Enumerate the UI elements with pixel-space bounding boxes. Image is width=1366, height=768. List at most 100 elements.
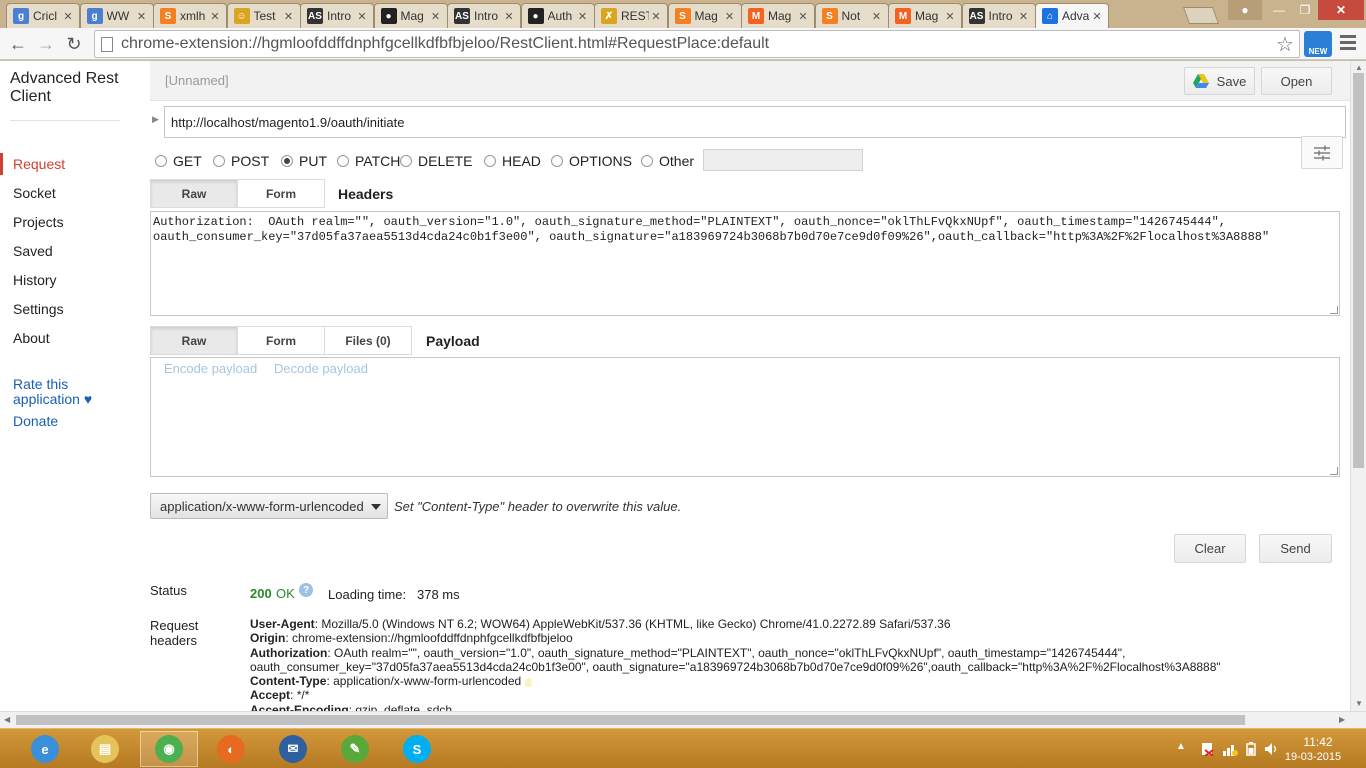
close-tab-icon[interactable]: ✕: [61, 10, 75, 23]
close-tab-icon[interactable]: ✕: [649, 10, 663, 23]
taskbar-chrome[interactable]: ◉: [140, 731, 198, 767]
taskbar-notepad[interactable]: ✎: [326, 731, 384, 767]
help-icon[interactable]: ?: [299, 583, 313, 597]
taskbar-file-explorer[interactable]: ▤: [76, 731, 134, 767]
taskbar-ie[interactable]: e: [16, 731, 74, 767]
browser-tab[interactable]: g Cricl ✕: [6, 3, 80, 28]
close-tab-icon[interactable]: ✕: [1090, 10, 1104, 23]
close-tab-icon[interactable]: ✕: [282, 10, 296, 23]
method-options[interactable]: OPTIONS: [551, 153, 632, 169]
url-settings-button[interactable]: [1301, 136, 1343, 169]
lightbulb-icon[interactable]: [525, 677, 533, 687]
radio-icon[interactable]: [484, 155, 496, 167]
sidebar-item-saved[interactable]: Saved: [0, 240, 130, 262]
save-button[interactable]: Save: [1184, 67, 1255, 95]
method-head[interactable]: HEAD: [484, 153, 541, 169]
method-get[interactable]: GET: [155, 153, 202, 169]
maximize-icon[interactable]: ❐: [1292, 0, 1318, 20]
method-post[interactable]: POST: [213, 153, 269, 169]
address-bar[interactable]: chrome-extension://hgmloofddffdnphfgcell…: [94, 30, 1300, 58]
sidebar-item-request[interactable]: Request: [0, 153, 130, 175]
tab-payload-raw[interactable]: Raw: [150, 326, 238, 355]
browser-tab[interactable]: AS Intro ✕: [300, 3, 374, 28]
reload-icon[interactable]: ↻: [62, 32, 86, 56]
taskbar-skype[interactable]: S: [388, 731, 446, 767]
content-type-select[interactable]: application/x-www-form-urlencoded: [150, 493, 388, 519]
other-method-input[interactable]: [703, 149, 863, 171]
method-delete[interactable]: DELETE: [400, 153, 472, 169]
browser-tab[interactable]: AS Intro ✕: [447, 3, 521, 28]
project-name[interactable]: [Unnamed]: [165, 73, 229, 88]
taskbar-thunderbird[interactable]: ✉: [264, 731, 322, 767]
rate-app-link[interactable]: Rate this application ♥: [13, 377, 103, 407]
close-tab-icon[interactable]: ✕: [943, 10, 957, 23]
browser-tab[interactable]: ✗ REST✕: [594, 3, 668, 28]
close-tab-icon[interactable]: ✕: [355, 10, 369, 23]
method-patch[interactable]: PATCH: [337, 153, 400, 169]
browser-tab[interactable]: S Not ✕: [814, 3, 889, 28]
sidebar-item-about[interactable]: About: [0, 327, 130, 349]
radio-icon[interactable]: [400, 155, 412, 167]
close-tab-icon[interactable]: ✕: [135, 10, 149, 23]
browser-tab[interactable]: S Mag ✕: [667, 3, 742, 28]
network-icon[interactable]: [1222, 742, 1238, 756]
browser-tab[interactable]: ● Auth ✕: [520, 3, 595, 28]
minimize-icon[interactable]: —: [1266, 0, 1292, 20]
expand-url-icon[interactable]: ▶: [152, 114, 159, 125]
browser-tab[interactable]: AS Intro ✕: [961, 3, 1036, 28]
close-tab-icon[interactable]: ✕: [796, 10, 810, 23]
tab-headers-form[interactable]: Form: [237, 179, 325, 208]
payload-editor[interactable]: Encode payload Decode payload: [150, 357, 1340, 477]
close-tab-icon[interactable]: ✕: [723, 10, 737, 23]
close-tab-icon[interactable]: ✕: [208, 10, 222, 23]
radio-icon[interactable]: [281, 155, 293, 167]
tab-payload-form[interactable]: Form: [237, 326, 325, 355]
browser-tab[interactable]: Sxmlh ✕: [153, 3, 227, 28]
clock-date[interactable]: 19-03-2015: [1282, 751, 1344, 763]
volume-icon[interactable]: [1264, 742, 1278, 756]
headers-raw-editor[interactable]: Authorization: OAuth realm="", oauth_ver…: [150, 211, 1340, 316]
browser-tab[interactable]: ⌂ Adva ✕: [1035, 3, 1109, 28]
action-center-icon[interactable]: [1200, 742, 1214, 757]
browser-tab[interactable]: ☺ Test ✕: [226, 3, 301, 28]
vertical-scrollbar[interactable]: ▲ ▼: [1350, 61, 1366, 711]
close-tab-icon[interactable]: ✕: [576, 10, 590, 23]
close-tab-icon[interactable]: ✕: [502, 10, 516, 23]
donate-link[interactable]: Donate: [13, 414, 58, 429]
bookmark-star-icon[interactable]: ☆: [1276, 32, 1294, 57]
clear-button[interactable]: Clear: [1174, 534, 1246, 563]
encode-payload-link[interactable]: Encode payload: [164, 361, 257, 376]
radio-icon[interactable]: [551, 155, 563, 167]
radio-icon[interactable]: [641, 155, 653, 167]
horizontal-scrollbar[interactable]: ◀ ▶: [0, 711, 1366, 728]
close-window-icon[interactable]: ✕: [1318, 0, 1364, 20]
method-other[interactable]: Other: [641, 153, 694, 169]
close-tab-icon[interactable]: ✕: [870, 10, 884, 23]
close-tab-icon[interactable]: ✕: [1017, 10, 1031, 23]
clock-time[interactable]: 11:42: [1298, 735, 1338, 749]
browser-tab[interactable]: g WW ✕: [79, 3, 154, 28]
sidebar-item-projects[interactable]: Projects: [0, 211, 130, 233]
taskbar-firefox[interactable]: ◐: [202, 731, 260, 767]
back-icon[interactable]: ←: [6, 32, 30, 56]
new-tab-button[interactable]: [1182, 7, 1220, 24]
resize-handle-icon[interactable]: [1330, 306, 1338, 314]
vertical-scroll-thumb[interactable]: [1353, 73, 1364, 468]
resize-handle-icon[interactable]: [1330, 467, 1338, 475]
extension-icon[interactable]: NEW: [1304, 31, 1332, 57]
request-url-input[interactable]: [164, 106, 1346, 138]
send-button[interactable]: Send: [1259, 534, 1332, 563]
browser-tab[interactable]: M Mag ✕: [888, 3, 962, 28]
method-put[interactable]: PUT: [281, 153, 327, 169]
show-hidden-icons[interactable]: ▲: [1176, 741, 1186, 752]
tab-headers-raw[interactable]: Raw: [150, 179, 238, 208]
decode-payload-link[interactable]: Decode payload: [274, 361, 368, 376]
sidebar-item-socket[interactable]: Socket: [0, 182, 130, 204]
horizontal-scroll-thumb[interactable]: [16, 715, 1245, 725]
radio-icon[interactable]: [155, 155, 167, 167]
close-tab-icon[interactable]: ✕: [429, 10, 443, 23]
user-profile-icon[interactable]: ●: [1228, 0, 1262, 20]
browser-tab[interactable]: M Mag ✕: [741, 3, 815, 28]
radio-icon[interactable]: [337, 155, 349, 167]
radio-icon[interactable]: [213, 155, 225, 167]
